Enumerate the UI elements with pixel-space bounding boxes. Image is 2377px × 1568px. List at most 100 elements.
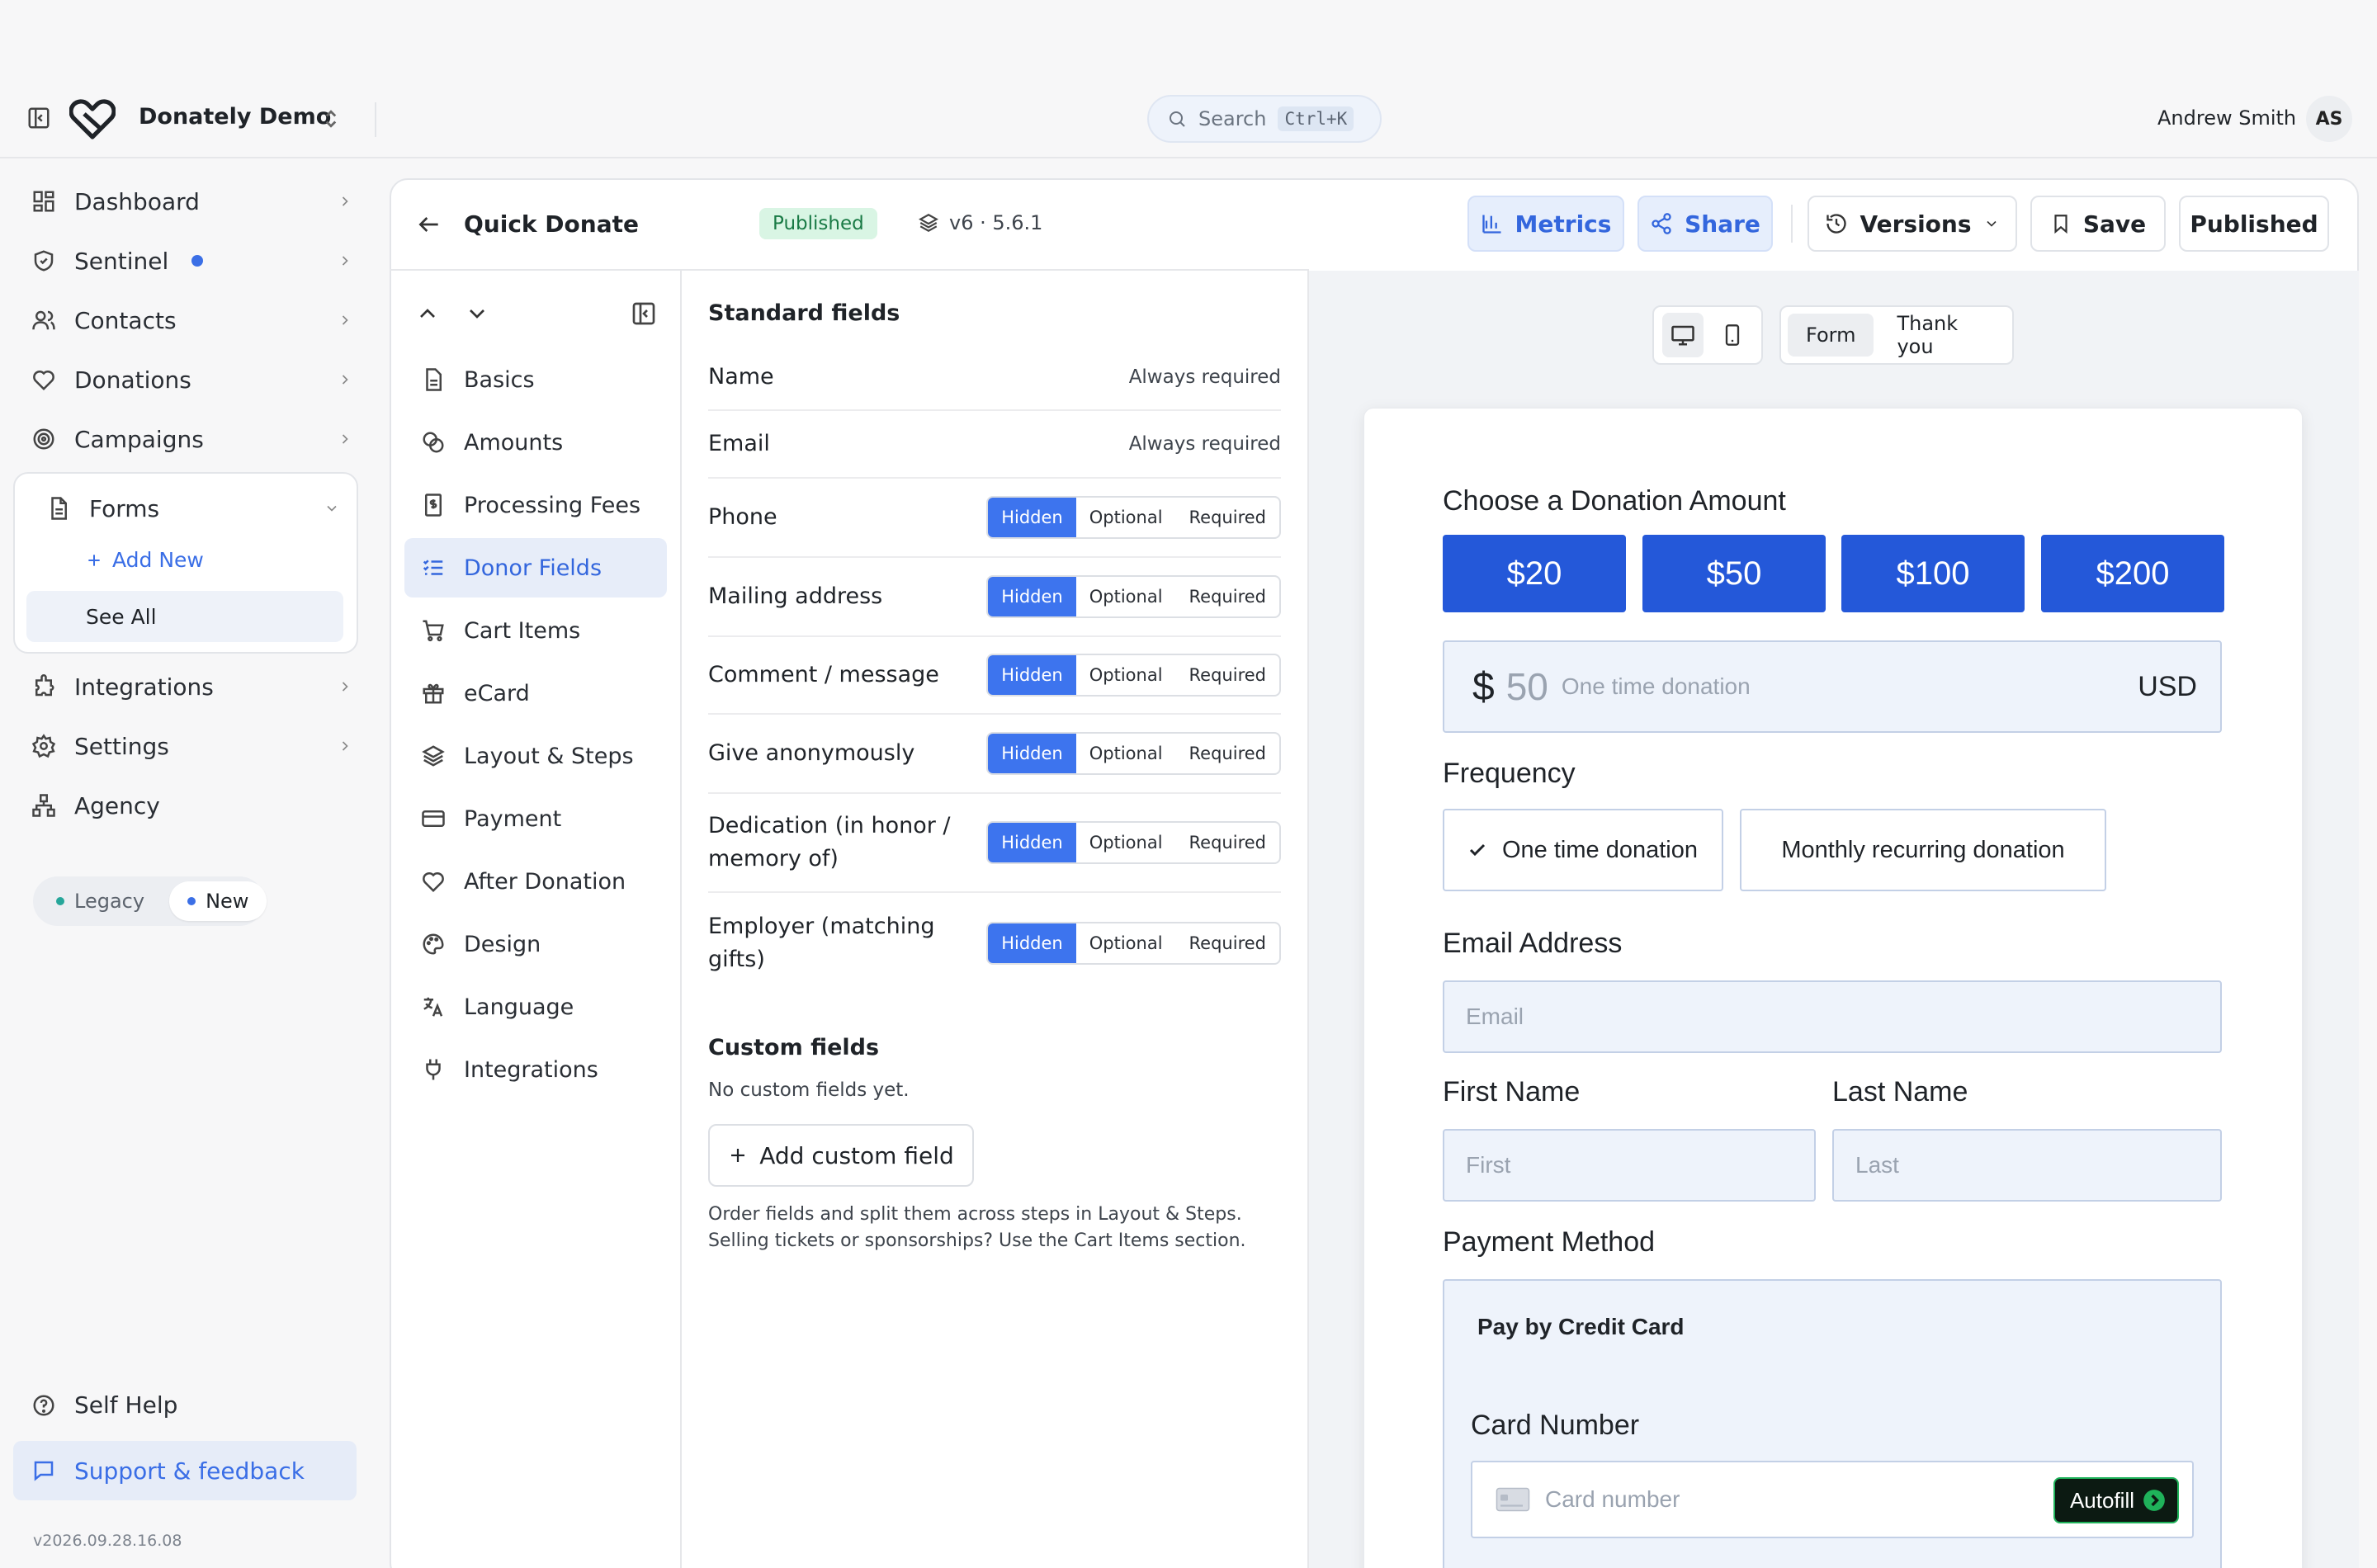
section-label: Layout & Steps — [464, 743, 634, 769]
chevron-right-icon — [337, 193, 353, 210]
hidden-option[interactable]: Hidden — [988, 823, 1076, 862]
sidebar-toggle-icon[interactable] — [26, 106, 51, 130]
section-integrations[interactable]: Integrations — [404, 1040, 667, 1099]
see-all-forms-link[interactable]: See All — [26, 591, 343, 642]
card-number-field[interactable]: Card number Autofill — [1471, 1461, 2194, 1538]
save-button[interactable]: Save — [2030, 196, 2166, 252]
section-basics[interactable]: Basics — [404, 350, 667, 409]
optional-option[interactable]: Optional — [1076, 734, 1176, 773]
sidebar-item-forms[interactable]: Forms — [46, 487, 340, 530]
add-custom-field-button[interactable]: Add custom field — [708, 1124, 974, 1187]
back-arrow-icon[interactable] — [416, 211, 442, 238]
cart-icon — [421, 618, 446, 643]
optional-option[interactable]: Optional — [1076, 498, 1176, 537]
optional-option[interactable]: Optional — [1076, 823, 1176, 862]
currency-symbol: $ — [1472, 664, 1495, 709]
heart-icon — [31, 367, 56, 392]
help-text: Order fields and split them across steps… — [708, 1204, 1246, 1251]
section-label: Donor Fields — [464, 555, 603, 581]
required-option[interactable]: Required — [1176, 577, 1279, 616]
search-box[interactable]: Search Ctrl+K — [1147, 95, 1382, 143]
translate-icon — [421, 994, 446, 1019]
add-new-form-link[interactable]: Add New — [86, 548, 204, 572]
sidebar-item-label: Forms — [89, 494, 160, 522]
autofill-label: Autofill — [2069, 1487, 2134, 1513]
org-switch-icon[interactable] — [322, 107, 340, 130]
required-option[interactable]: Required — [1176, 823, 1279, 862]
user-name[interactable]: Andrew Smith — [2157, 106, 2296, 130]
optional-option[interactable]: Optional — [1076, 923, 1176, 963]
required-option[interactable]: Required — [1176, 655, 1279, 695]
visibility-toggle: Hidden Optional Required — [986, 575, 1281, 618]
amount-button[interactable]: $50 — [1642, 535, 1826, 612]
section-layout-steps[interactable]: Layout & Steps — [404, 726, 667, 786]
published-button[interactable]: Published — [2179, 196, 2329, 252]
add-custom-label: Add custom field — [759, 1141, 954, 1169]
email-field[interactable]: Email — [1443, 980, 2222, 1053]
autofill-button[interactable]: Autofill — [2053, 1477, 2179, 1523]
amount-button[interactable]: $100 — [1841, 535, 2025, 612]
section-amounts[interactable]: Amounts — [404, 413, 667, 472]
palette-icon — [421, 932, 446, 956]
credit-card-icon — [1496, 1487, 1530, 1512]
metrics-button[interactable]: Metrics — [1467, 196, 1624, 252]
sidebar-item-donations[interactable]: Donations — [31, 358, 353, 401]
last-name-heading: Last Name — [1832, 1076, 1968, 1108]
monthly-option[interactable]: Monthly recurring donation — [1740, 809, 2106, 891]
org-name[interactable]: Donately Demo — [139, 104, 331, 130]
support-feedback-button[interactable]: Support & feedback — [13, 1441, 357, 1500]
hidden-option[interactable]: Hidden — [988, 655, 1076, 695]
versions-button[interactable]: Versions — [1808, 196, 2017, 252]
header-divider — [390, 269, 1309, 271]
section-ecard[interactable]: eCard — [404, 664, 667, 723]
new-option[interactable]: New — [169, 881, 267, 921]
sidebar-item-dashboard[interactable]: Dashboard — [31, 180, 353, 223]
section-payment[interactable]: Payment — [404, 789, 667, 848]
one-time-option[interactable]: One time donation — [1443, 809, 1723, 891]
chevron-up-icon[interactable] — [414, 300, 441, 327]
bar-chart-icon — [1481, 212, 1504, 235]
custom-amount-input[interactable]: $ 50 One time donation USD — [1443, 640, 2222, 733]
share-label: Share — [1685, 210, 1760, 238]
amount-button[interactable]: $20 — [1443, 535, 1626, 612]
checklist-icon — [421, 555, 446, 580]
section-design[interactable]: Design — [404, 914, 667, 974]
section-cart-items[interactable]: Cart Items — [404, 601, 667, 660]
amount-button[interactable]: $200 — [2041, 535, 2224, 612]
hidden-option[interactable]: Hidden — [988, 923, 1076, 963]
sidebar-item-contacts[interactable]: Contacts — [31, 299, 353, 342]
choose-amount-heading: Choose a Donation Amount — [1443, 485, 1786, 517]
desktop-view-button[interactable] — [1662, 313, 1704, 357]
section-processing-fees[interactable]: Processing Fees — [404, 475, 667, 535]
required-option[interactable]: Required — [1176, 498, 1279, 537]
share-button[interactable]: Share — [1637, 196, 1773, 252]
legacy-option[interactable]: Legacy — [38, 881, 163, 921]
first-name-field[interactable]: First — [1443, 1129, 1816, 1202]
sidebar-item-sentinel[interactable]: Sentinel — [31, 239, 353, 282]
sidebar-item-agency[interactable]: Agency — [31, 784, 353, 827]
self-help-link[interactable]: Self Help — [31, 1391, 177, 1419]
required-option[interactable]: Required — [1176, 734, 1279, 773]
sidebar-item-campaigns[interactable]: Campaigns — [31, 418, 353, 460]
collapse-panel-icon[interactable] — [631, 300, 657, 327]
plus-icon — [86, 552, 102, 569]
required-option[interactable]: Required — [1176, 923, 1279, 963]
chevron-right-icon — [337, 312, 353, 328]
chevron-down-icon[interactable] — [464, 300, 490, 327]
tab-form[interactable]: Form — [1788, 314, 1874, 357]
hidden-option[interactable]: Hidden — [988, 498, 1076, 537]
last-name-field[interactable]: Last — [1832, 1129, 2222, 1202]
tab-thank-you[interactable]: Thank you — [1878, 312, 2006, 358]
optional-option[interactable]: Optional — [1076, 577, 1176, 616]
section-donor-fields[interactable]: Donor Fields — [404, 538, 667, 597]
optional-option[interactable]: Optional — [1076, 655, 1176, 695]
sidebar-item-settings[interactable]: Settings — [31, 725, 353, 767]
avatar[interactable]: AS — [2306, 96, 2352, 142]
hidden-option[interactable]: Hidden — [988, 577, 1076, 616]
sidebar-item-integrations[interactable]: Integrations — [31, 665, 353, 708]
section-after-donation[interactable]: After Donation — [404, 852, 667, 911]
ui-version-toggle: Legacy New — [33, 876, 267, 926]
section-language[interactable]: Language — [404, 977, 667, 1037]
hidden-option[interactable]: Hidden — [988, 734, 1076, 773]
mobile-view-button[interactable] — [1712, 313, 1753, 357]
